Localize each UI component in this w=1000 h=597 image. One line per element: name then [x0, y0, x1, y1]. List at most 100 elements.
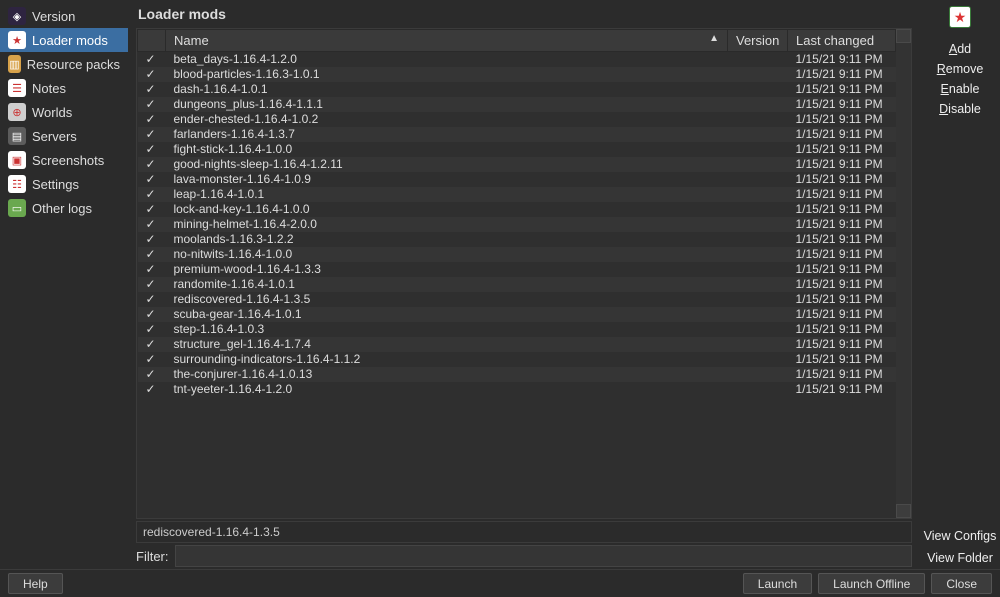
mod-version — [728, 232, 788, 247]
col-header-version[interactable]: Version — [728, 30, 788, 52]
action-remove[interactable]: Remove — [937, 62, 984, 76]
box-icon: ▥ — [8, 55, 21, 73]
sidebar-item-notes[interactable]: ☰Notes — [0, 76, 128, 100]
table-row[interactable]: ✓dungeons_plus-1.16.4-1.1.11/15/21 9:11 … — [138, 97, 896, 112]
table-row[interactable]: ✓dash-1.16.4-1.0.11/15/21 9:11 PM — [138, 82, 896, 97]
mod-enabled-check[interactable]: ✓ — [138, 247, 166, 262]
star-icon: ★ — [8, 31, 26, 49]
mod-name: lock-and-key-1.16.4-1.0.0 — [166, 202, 728, 217]
table-row[interactable]: ✓step-1.16.4-1.0.31/15/21 9:11 PM — [138, 322, 896, 337]
table-row[interactable]: ✓blood-particles-1.16.3-1.0.11/15/21 9:1… — [138, 67, 896, 82]
mod-enabled-check[interactable]: ✓ — [138, 67, 166, 82]
action-view-folder[interactable]: View Folder — [927, 551, 993, 565]
mods-table-scroll[interactable]: Name ▲ Version Last changed ✓beta_days-1… — [137, 29, 896, 518]
table-row[interactable]: ✓ender-chested-1.16.4-1.0.21/15/21 9:11 … — [138, 112, 896, 127]
table-row[interactable]: ✓moolands-1.16.3-1.2.21/15/21 9:11 PM — [138, 232, 896, 247]
mod-date: 1/15/21 9:11 PM — [788, 97, 896, 112]
table-row[interactable]: ✓farlanders-1.16.4-1.3.71/15/21 9:11 PM — [138, 127, 896, 142]
mod-enabled-check[interactable]: ✓ — [138, 202, 166, 217]
sidebar-item-worlds[interactable]: ⊕Worlds — [0, 100, 128, 124]
mod-date: 1/15/21 9:11 PM — [788, 307, 896, 322]
table-row[interactable]: ✓leap-1.16.4-1.0.11/15/21 9:11 PM — [138, 187, 896, 202]
mod-enabled-check[interactable]: ✓ — [138, 142, 166, 157]
mod-version — [728, 367, 788, 382]
filter-input[interactable] — [175, 545, 913, 567]
sidebar-item-resource-packs[interactable]: ▥Resource packs — [0, 52, 128, 76]
book-icon: ▭ — [8, 199, 26, 217]
table-row[interactable]: ✓premium-wood-1.16.4-1.3.31/15/21 9:11 P… — [138, 262, 896, 277]
mod-enabled-check[interactable]: ✓ — [138, 382, 166, 397]
col-header-name[interactable]: Name ▲ — [166, 30, 728, 52]
mod-version — [728, 307, 788, 322]
mod-enabled-check[interactable]: ✓ — [138, 187, 166, 202]
sidebar-item-screenshots[interactable]: ▣Screenshots — [0, 148, 128, 172]
mod-enabled-check[interactable]: ✓ — [138, 322, 166, 337]
mod-name: no-nitwits-1.16.4-1.0.0 — [166, 247, 728, 262]
scroll-up-icon[interactable] — [896, 29, 911, 43]
mod-enabled-check[interactable]: ✓ — [138, 82, 166, 97]
mod-enabled-check[interactable]: ✓ — [138, 127, 166, 142]
action-enable[interactable]: Enable — [941, 82, 980, 96]
mod-date: 1/15/21 9:11 PM — [788, 232, 896, 247]
mod-date: 1/15/21 9:11 PM — [788, 187, 896, 202]
sidebar-item-settings[interactable]: ☷Settings — [0, 172, 128, 196]
table-row[interactable]: ✓fight-stick-1.16.4-1.0.01/15/21 9:11 PM — [138, 142, 896, 157]
mod-enabled-check[interactable]: ✓ — [138, 367, 166, 382]
table-row[interactable]: ✓structure_gel-1.16.4-1.7.41/15/21 9:11 … — [138, 337, 896, 352]
mod-name: mining-helmet-1.16.4-2.0.0 — [166, 217, 728, 232]
table-row[interactable]: ✓beta_days-1.16.4-1.2.01/15/21 9:11 PM — [138, 52, 896, 67]
launch-offline-button[interactable]: Launch Offline — [818, 573, 925, 594]
note-icon: ☰ — [8, 79, 26, 97]
mod-name: beta_days-1.16.4-1.2.0 — [166, 52, 728, 67]
scroll-down-icon[interactable] — [896, 504, 911, 518]
table-row[interactable]: ✓no-nitwits-1.16.4-1.0.01/15/21 9:11 PM — [138, 247, 896, 262]
close-button[interactable]: Close — [931, 573, 992, 594]
action-disable[interactable]: Disable — [939, 102, 981, 116]
mod-name: structure_gel-1.16.4-1.7.4 — [166, 337, 728, 352]
table-row[interactable]: ✓mining-helmet-1.16.4-2.0.01/15/21 9:11 … — [138, 217, 896, 232]
mod-date: 1/15/21 9:11 PM — [788, 172, 896, 187]
table-row[interactable]: ✓the-conjurer-1.16.4-1.0.131/15/21 9:11 … — [138, 367, 896, 382]
mod-date: 1/15/21 9:11 PM — [788, 292, 896, 307]
table-row[interactable]: ✓surrounding-indicators-1.16.4-1.1.21/15… — [138, 352, 896, 367]
star-icon[interactable]: ★ — [949, 6, 971, 28]
table-row[interactable]: ✓randomite-1.16.4-1.0.1 1/15/21 9:11 PM — [138, 277, 896, 292]
sidebar-item-version[interactable]: ◈Version — [0, 4, 128, 28]
table-row[interactable]: ✓scuba-gear-1.16.4-1.0.11/15/21 9:11 PM — [138, 307, 896, 322]
action-add[interactable]: Add — [949, 42, 971, 56]
table-row[interactable]: ✓lava-monster-1.16.4-1.0.91/15/21 9:11 P… — [138, 172, 896, 187]
sidebar-item-other-logs[interactable]: ▭Other logs — [0, 196, 128, 220]
mod-name: randomite-1.16.4-1.0.1 — [166, 277, 728, 292]
mod-enabled-check[interactable]: ✓ — [138, 112, 166, 127]
scroll-track[interactable] — [896, 43, 911, 504]
mod-name: ender-chested-1.16.4-1.0.2 — [166, 112, 728, 127]
table-row[interactable]: ✓lock-and-key-1.16.4-1.0.01/15/21 9:11 P… — [138, 202, 896, 217]
launch-button[interactable]: Launch — [743, 573, 812, 594]
mod-enabled-check[interactable]: ✓ — [138, 157, 166, 172]
mod-enabled-check[interactable]: ✓ — [138, 97, 166, 112]
mod-enabled-check[interactable]: ✓ — [138, 337, 166, 352]
sidebar-item-servers[interactable]: ▤Servers — [0, 124, 128, 148]
server-icon: ▤ — [8, 127, 26, 145]
actions-panel: ★ Add Remove Enable Disable View Configs Vie… — [920, 0, 1000, 569]
scrollbar-vertical[interactable] — [896, 29, 911, 518]
table-row[interactable]: ✓good-nights-sleep-1.16.4-1.2.111/15/21 … — [138, 157, 896, 172]
sidebar-item-loader-mods[interactable]: ★Loader mods — [0, 28, 128, 52]
mod-enabled-check[interactable]: ✓ — [138, 52, 166, 67]
action-view-configs[interactable]: View Configs — [924, 529, 997, 543]
table-row[interactable]: ✓rediscovered-1.16.4-1.3.51/15/21 9:11 P… — [138, 292, 896, 307]
table-row[interactable]: ✓tnt-yeeter-1.16.4-1.2.01/15/21 9:11 PM — [138, 382, 896, 397]
mod-enabled-check[interactable]: ✓ — [138, 232, 166, 247]
col-header-lastchanged[interactable]: Last changed — [788, 30, 896, 52]
help-button[interactable]: Help — [8, 573, 63, 594]
mod-enabled-check[interactable]: ✓ — [138, 307, 166, 322]
mod-enabled-check[interactable]: ✓ — [138, 277, 166, 292]
mod-enabled-check[interactable]: ✓ — [138, 172, 166, 187]
col-header-check[interactable] — [138, 30, 166, 52]
mod-enabled-check[interactable]: ✓ — [138, 292, 166, 307]
mod-version — [728, 97, 788, 112]
mod-enabled-check[interactable]: ✓ — [138, 262, 166, 277]
mod-enabled-check[interactable]: ✓ — [138, 217, 166, 232]
mod-enabled-check[interactable]: ✓ — [138, 352, 166, 367]
mod-date: 1/15/21 9:11 PM — [788, 277, 896, 292]
